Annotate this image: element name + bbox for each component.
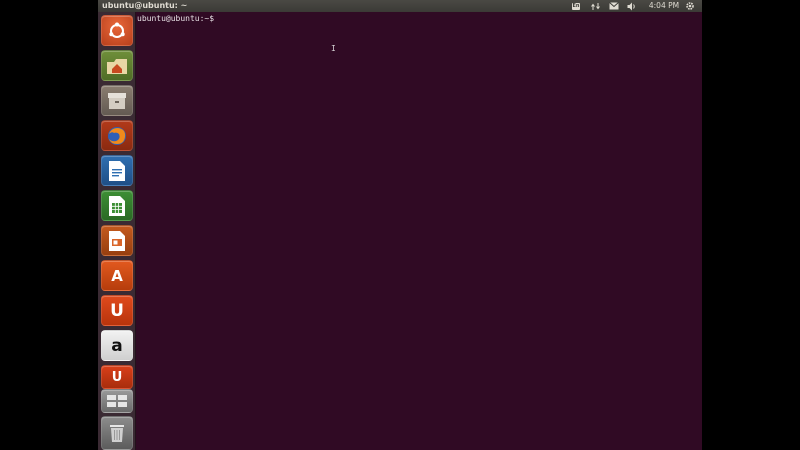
clock-text: 4:04 PM [648, 1, 680, 10]
keyboard-icon: En [571, 2, 581, 10]
launcher-files[interactable] [101, 50, 133, 81]
mail-indicator[interactable] [608, 0, 620, 12]
mail-icon [609, 2, 619, 10]
sound-icon [627, 2, 635, 10]
writer-document-icon [109, 160, 125, 181]
home-folder-icon [107, 58, 127, 74]
desktop-screen: ubuntu@ubuntu: ~ En 4:04 PM A U a U ubun… [98, 0, 702, 450]
launcher-ubuntu-one-music[interactable]: U [101, 365, 133, 389]
network-indicator[interactable] [590, 0, 600, 12]
workspaces-icon [107, 395, 127, 407]
settings-gear-icon [686, 2, 694, 10]
network-icon [590, 2, 600, 10]
amazon-icon: a [111, 335, 123, 356]
archive-icon [108, 92, 126, 109]
launcher-software-center[interactable]: A [101, 260, 133, 291]
firefox-icon [108, 126, 126, 145]
terminal-prompt: ubuntu@ubuntu:~$ [137, 14, 215, 23]
trash-icon [110, 425, 124, 442]
launcher-dash-home[interactable] [101, 15, 133, 46]
launcher-firefox[interactable] [101, 120, 133, 151]
impress-presentation-icon [109, 230, 125, 251]
ubuntu-logo-icon [109, 22, 125, 38]
session-settings-indicator[interactable] [684, 0, 696, 12]
launcher-amazon[interactable]: a [101, 330, 133, 361]
launcher-workspace-switcher[interactable] [101, 389, 133, 413]
top-panel: ubuntu@ubuntu: ~ En 4:04 PM [98, 0, 702, 12]
terminal-window[interactable]: ubuntu@ubuntu:~$ I [136, 12, 702, 450]
calc-spreadsheet-icon [109, 195, 125, 216]
keyboard-indicator[interactable]: En [570, 0, 582, 12]
launcher-libreoffice-impress[interactable] [101, 225, 133, 256]
window-title: ubuntu@ubuntu: ~ [102, 1, 188, 10]
launcher-archive-manager[interactable] [101, 85, 133, 116]
software-center-icon: A [111, 266, 123, 285]
launcher-libreoffice-writer[interactable] [101, 155, 133, 186]
ubuntu-one-icon: U [110, 300, 124, 321]
launcher-libreoffice-calc[interactable] [101, 190, 133, 221]
unity-launcher: A U a U [98, 12, 136, 450]
mouse-text-cursor-icon: I [331, 44, 336, 53]
launcher-ubuntu-one[interactable]: U [101, 295, 133, 326]
clock-indicator[interactable]: 4:04 PM [647, 0, 681, 12]
ubuntu-one-music-icon: U [111, 369, 123, 385]
sound-indicator[interactable] [626, 0, 638, 12]
launcher-trash[interactable] [101, 416, 133, 450]
